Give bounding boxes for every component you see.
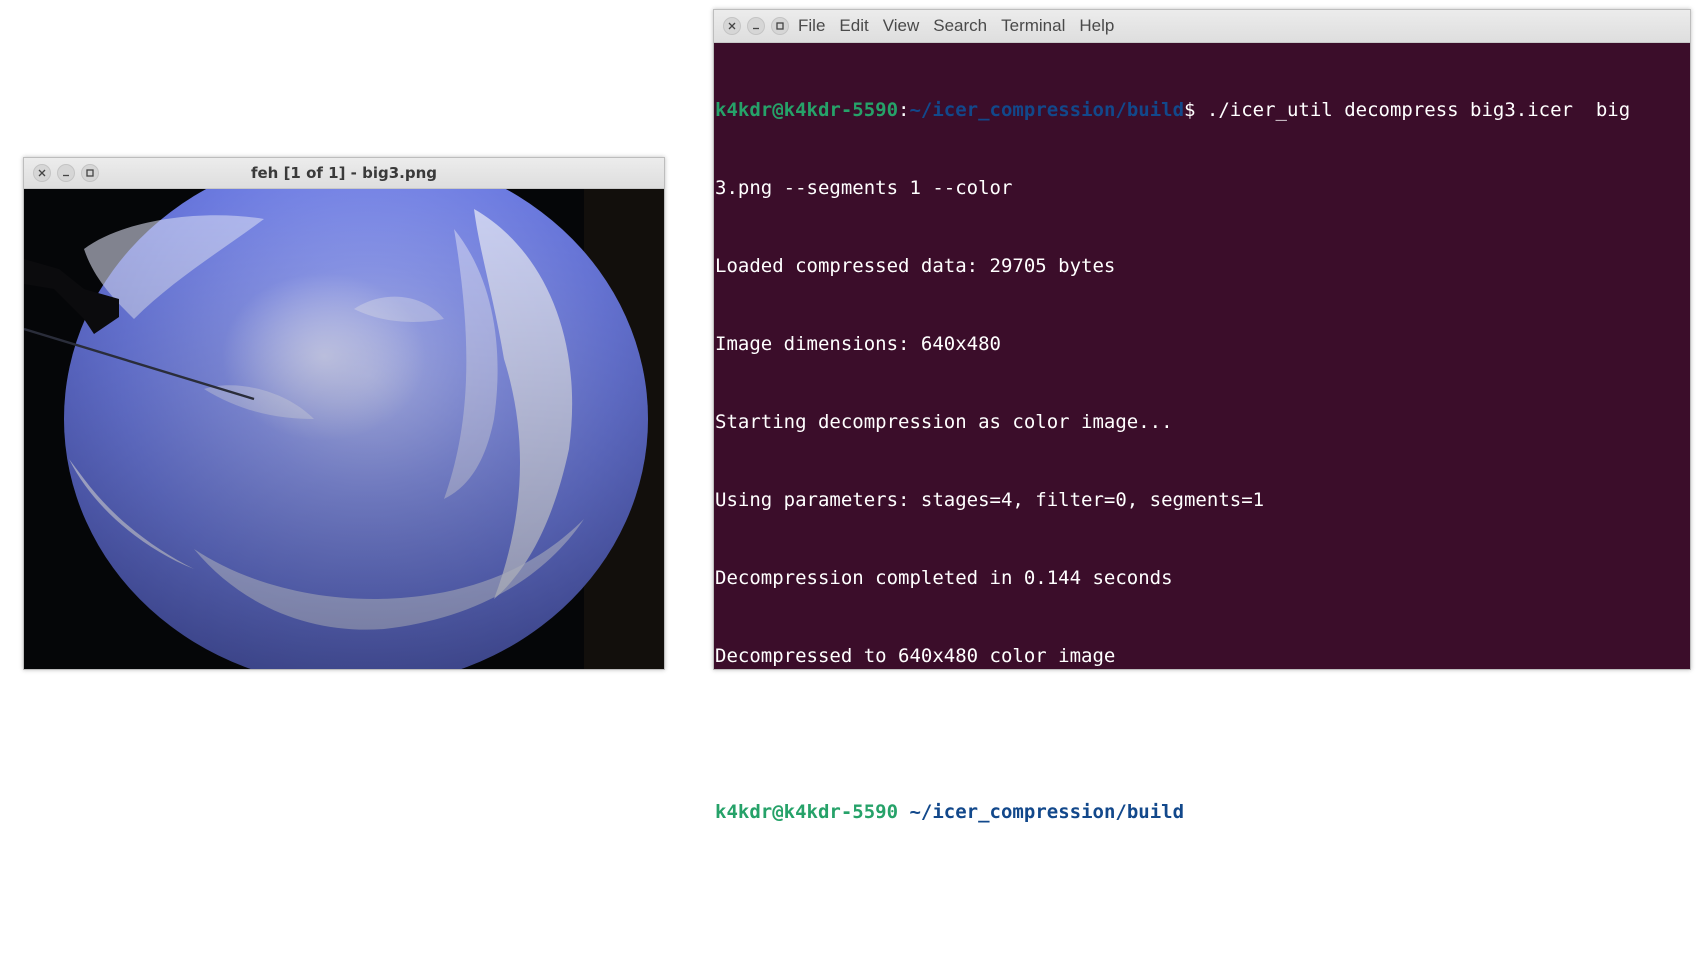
prompt-user-host: k4kdr@k4kdr-5590 xyxy=(715,801,899,823)
prompt-user-host: k4kdr@k4kdr-5590 xyxy=(715,99,899,121)
feh-titlebar[interactable]: feh [1 of 1] - big3.png xyxy=(24,158,664,189)
close-icon xyxy=(728,22,736,30)
terminal-window: File Edit View Search Terminal Help k4kd… xyxy=(713,9,1691,902)
terminal-titlebar[interactable]: File Edit View Search Terminal Help xyxy=(714,10,1690,43)
text-cursor xyxy=(715,879,726,902)
minimize-button[interactable] xyxy=(747,17,765,35)
command-text-continued: 3.png --segments 1 --color xyxy=(715,177,1013,199)
terminal-output[interactable]: k4kdr@k4kdr-5590:~/icer_compression/buil… xyxy=(714,43,1690,902)
menu-bar: File Edit View Search Terminal Help xyxy=(796,10,1126,42)
earth-image-graphic xyxy=(24,189,664,669)
terminal-line xyxy=(715,877,1690,903)
prompt-separator: : xyxy=(898,801,910,823)
output-line: Decompressed image saved to: big3.png xyxy=(715,723,1139,745)
output-line: Decompressed to 640x480 color image xyxy=(715,645,1116,667)
prompt-symbol: $ xyxy=(1184,801,1207,823)
menu-search[interactable]: Search xyxy=(931,16,989,36)
maximize-button[interactable] xyxy=(771,17,789,35)
menu-edit[interactable]: Edit xyxy=(837,16,870,36)
output-line: Image dimensions: 640x480 xyxy=(715,333,1001,355)
menu-help[interactable]: Help xyxy=(1077,16,1116,36)
output-line: Loaded compressed data: 29705 bytes xyxy=(715,255,1116,277)
terminal-line: k4kdr@k4kdr-5590:~/icer_compression/buil… xyxy=(715,97,1690,123)
feh-window: feh [1 of 1] - big3.png xyxy=(23,157,665,670)
prompt-symbol: $ xyxy=(1184,99,1207,121)
close-button[interactable] xyxy=(723,17,741,35)
maximize-icon xyxy=(776,22,784,30)
command-text: ./icer_util decompress big3.icer big xyxy=(1206,99,1631,121)
minimize-icon xyxy=(753,27,759,30)
terminal-line: 3.png --segments 1 --color xyxy=(715,175,1690,201)
earth-fisheye-image[interactable] xyxy=(24,189,664,669)
output-line: Using parameters: stages=4, filter=0, se… xyxy=(715,489,1265,511)
output-line: Starting decompression as color image... xyxy=(715,411,1173,433)
prompt-path: ~/icer_compression/build xyxy=(909,99,1185,121)
output-line: Decompression completed in 0.144 seconds xyxy=(715,567,1173,589)
menu-file[interactable]: File xyxy=(796,16,827,36)
prompt-path: ~/icer_compression/build xyxy=(909,801,1185,823)
terminal-line: k4kdr@k4kdr-5590:~/icer_compression/buil… xyxy=(715,799,1690,825)
menu-terminal[interactable]: Terminal xyxy=(999,16,1067,36)
window-title: feh [1 of 1] - big3.png xyxy=(250,164,438,182)
prompt-separator: : xyxy=(898,99,910,121)
command-text: feh big3.png xyxy=(1206,801,1345,823)
menu-view[interactable]: View xyxy=(881,16,922,36)
